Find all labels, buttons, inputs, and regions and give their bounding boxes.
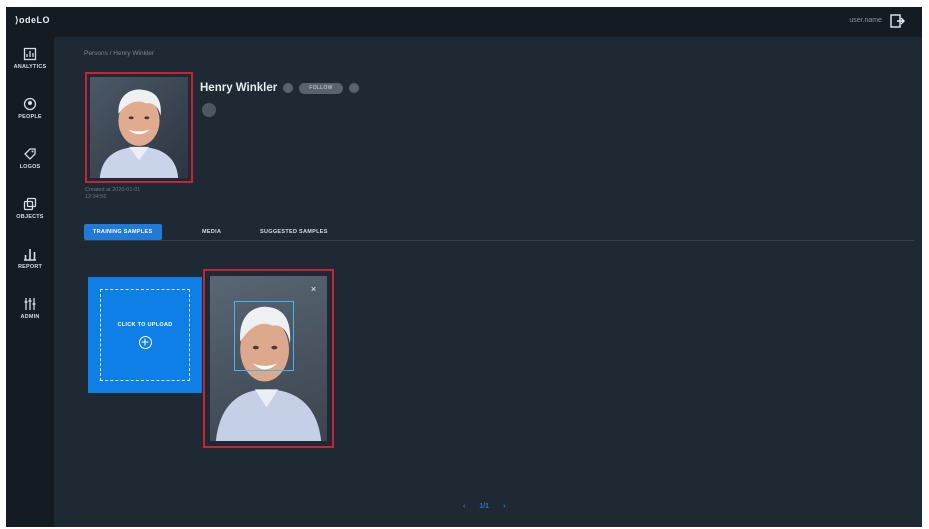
upload-label: CLICK TO UPLOAD bbox=[117, 321, 173, 328]
person-header: Henry Winkler FOLLOW bbox=[200, 80, 359, 96]
app-logo[interactable]: ⟩odeLO bbox=[15, 15, 50, 26]
sidebar-item-label: ADMIN bbox=[20, 314, 40, 320]
training-sample-card[interactable]: × bbox=[203, 269, 334, 448]
sidebar-item-admin[interactable]: ADMIN bbox=[6, 297, 54, 337]
app-window: ⟩odeLO user.name ANALYTICS PEOPLE LOGOS … bbox=[6, 7, 922, 527]
sidebar-item-objects[interactable]: OBJECTS bbox=[6, 197, 54, 237]
status-icon bbox=[202, 103, 216, 117]
analytics-icon bbox=[23, 47, 37, 61]
report-icon bbox=[24, 249, 36, 261]
logout-icon[interactable] bbox=[889, 13, 905, 29]
sidebar-item-label: ANALYTICS bbox=[13, 64, 47, 70]
tab-suggested-samples[interactable]: SUGGESTED SAMPLES bbox=[260, 224, 328, 240]
sidebar-item-label: LOGOS bbox=[19, 164, 41, 170]
next-page-button[interactable]: › bbox=[503, 503, 505, 510]
person-name: Henry Winkler bbox=[200, 82, 278, 94]
upload-dashed-area: CLICK TO UPLOAD bbox=[100, 289, 190, 381]
tab-bar: TRAINING SAMPLES MEDIA SUGGESTED SAMPLES bbox=[84, 224, 914, 241]
objects-icon bbox=[23, 197, 37, 211]
created-date: Created at 2020-01-01 bbox=[85, 187, 141, 193]
logos-icon bbox=[24, 148, 36, 160]
sidebar-item-label: REPORT bbox=[17, 264, 43, 270]
created-time: 12:34:56 bbox=[85, 194, 107, 200]
tab-training-samples[interactable]: TRAINING SAMPLES bbox=[84, 224, 162, 240]
sidebar-item-label: OBJECTS bbox=[16, 214, 44, 220]
people-icon bbox=[23, 97, 37, 111]
pagination: ‹ 1/1 › bbox=[463, 503, 505, 510]
plus-icon bbox=[138, 335, 152, 349]
top-bar: ⟩odeLO user.name bbox=[6, 7, 922, 37]
sidebar-item-logos[interactable]: LOGOS bbox=[6, 147, 54, 187]
sidebar-item-label: PEOPLE bbox=[18, 114, 42, 120]
tab-media[interactable]: MEDIA bbox=[202, 224, 221, 240]
close-icon[interactable]: × bbox=[309, 285, 318, 294]
face-photo-illustration bbox=[99, 89, 179, 178]
follow-button[interactable]: FOLLOW bbox=[299, 82, 343, 94]
prev-page-button[interactable]: ‹ bbox=[463, 503, 465, 510]
upload-dropzone[interactable]: CLICK TO UPLOAD bbox=[88, 277, 202, 393]
user-name[interactable]: user.name bbox=[849, 17, 882, 24]
sidebar-item-analytics[interactable]: ANALYTICS bbox=[6, 47, 54, 87]
person-avatar[interactable] bbox=[85, 72, 193, 183]
page-indicator: 1/1 bbox=[479, 503, 490, 510]
sidebar: ANALYTICS PEOPLE LOGOS OBJECTS REPORT AD… bbox=[6, 37, 54, 527]
face-detection-box bbox=[234, 301, 294, 371]
breadcrumb[interactable]: Persons / Henry Winkler bbox=[84, 50, 154, 57]
admin-icon bbox=[24, 298, 36, 310]
sidebar-item-people[interactable]: PEOPLE bbox=[6, 97, 54, 137]
sample-photo: × bbox=[210, 276, 327, 441]
created-info: Created at 2020-01-01 12:34:56 bbox=[85, 187, 140, 201]
sidebar-item-report[interactable]: REPORT bbox=[6, 247, 54, 287]
info-icon[interactable] bbox=[348, 83, 359, 93]
person-photo bbox=[90, 77, 188, 178]
edit-icon[interactable] bbox=[283, 83, 294, 93]
